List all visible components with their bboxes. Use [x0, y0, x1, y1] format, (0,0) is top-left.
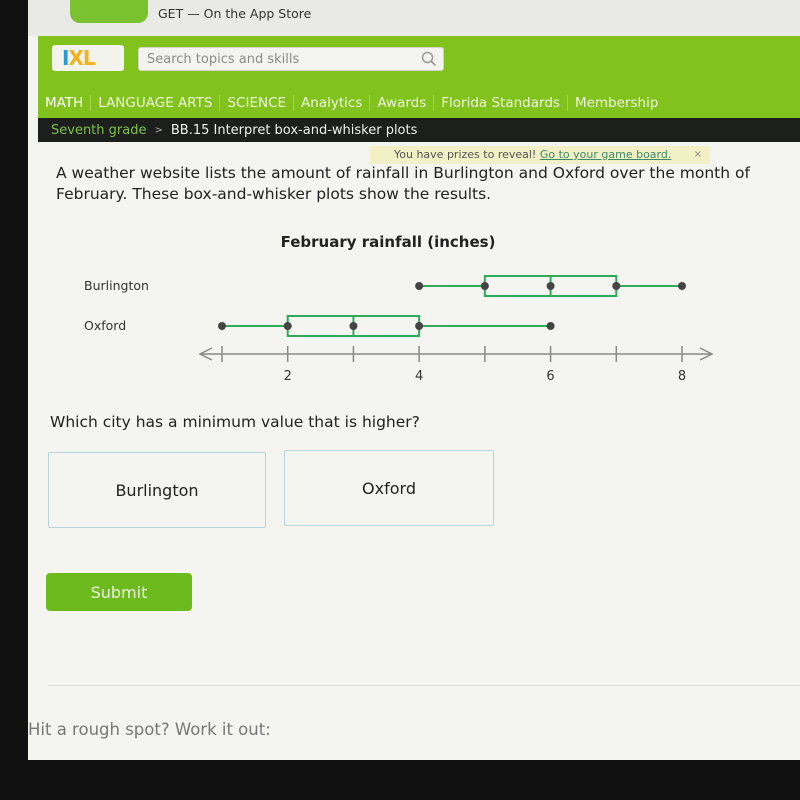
point-q3 [612, 282, 621, 290]
nav-language-arts[interactable]: LANGUAGE ARTS [91, 95, 221, 111]
nav-math[interactable]: MATH [38, 95, 92, 111]
x-tick-label: 4 [415, 369, 423, 384]
nav-florida-standards[interactable]: Florida Standards [434, 95, 568, 111]
search-input[interactable] [139, 48, 409, 71]
app-store-text[interactable]: GET — On the App Store [158, 6, 311, 21]
nav-membership[interactable]: Membership [568, 95, 665, 111]
app-store-banner: GET — On the App Store [28, 0, 800, 36]
question-prompt: Which city has a minimum value that is h… [50, 413, 420, 431]
x-tick-label: 6 [546, 369, 554, 384]
choice-burlington[interactable]: Burlington [48, 452, 266, 528]
search-icon[interactable] [421, 51, 437, 67]
prize-text: You have prizes to reveal! [394, 148, 537, 161]
point-max [678, 282, 686, 290]
point-median [546, 282, 555, 290]
prize-banner: You have prizes to reveal! Go to your ga… [370, 146, 710, 164]
point-q1 [480, 282, 489, 290]
box-plot-chart: February rainfall (inches) 2 4 6 8 Burlingto… [84, 233, 714, 384]
breadcrumb-skill: BB.15 Interpret box-and-whisker plots [170, 122, 418, 138]
app-icon[interactable] [70, 0, 148, 23]
submit-button[interactable]: Submit [46, 573, 192, 611]
logo-xl: XL [68, 46, 95, 70]
breadcrumb-separator: > [154, 124, 163, 136]
series-label-burlington: Burlington [84, 278, 149, 293]
point-q1 [283, 322, 292, 330]
breadcrumb: Seventh grade > BB.15 Interpret box-and-… [38, 118, 800, 142]
site-header: IXL MATH LANGUAGE ARTS SCIENCE Analytics… [38, 36, 800, 118]
point-max [546, 322, 555, 330]
nav-science[interactable]: SCIENCE [220, 95, 295, 111]
point-min [218, 322, 226, 330]
point-q3 [415, 322, 424, 330]
screen: GET — On the App Store IXL MATH LANGUAGE… [28, 0, 800, 760]
close-icon[interactable]: × [694, 146, 702, 164]
question-text: A weather website lists the amount of ra… [56, 164, 750, 203]
point-median [349, 322, 358, 330]
nav-awards[interactable]: Awards [370, 95, 435, 111]
search-box [138, 47, 444, 71]
x-tick-label: 2 [284, 369, 292, 384]
choice-oxford[interactable]: Oxford [284, 450, 494, 526]
main-nav: MATH LANGUAGE ARTS SCIENCE Analytics Awa… [38, 90, 665, 116]
nav-analytics[interactable]: Analytics [294, 95, 371, 111]
ixl-logo[interactable]: IXL [52, 45, 124, 71]
breadcrumb-grade[interactable]: Seventh grade [51, 123, 146, 138]
help-text: Hit a rough spot? Work it out: [28, 720, 271, 739]
series-label-oxford: Oxford [84, 318, 126, 333]
x-tick-label: 8 [678, 369, 686, 384]
chart-title: February rainfall (inches) [281, 233, 496, 251]
game-board-link[interactable]: Go to your game board. [540, 148, 671, 161]
point-min [415, 282, 424, 290]
divider [48, 685, 800, 686]
